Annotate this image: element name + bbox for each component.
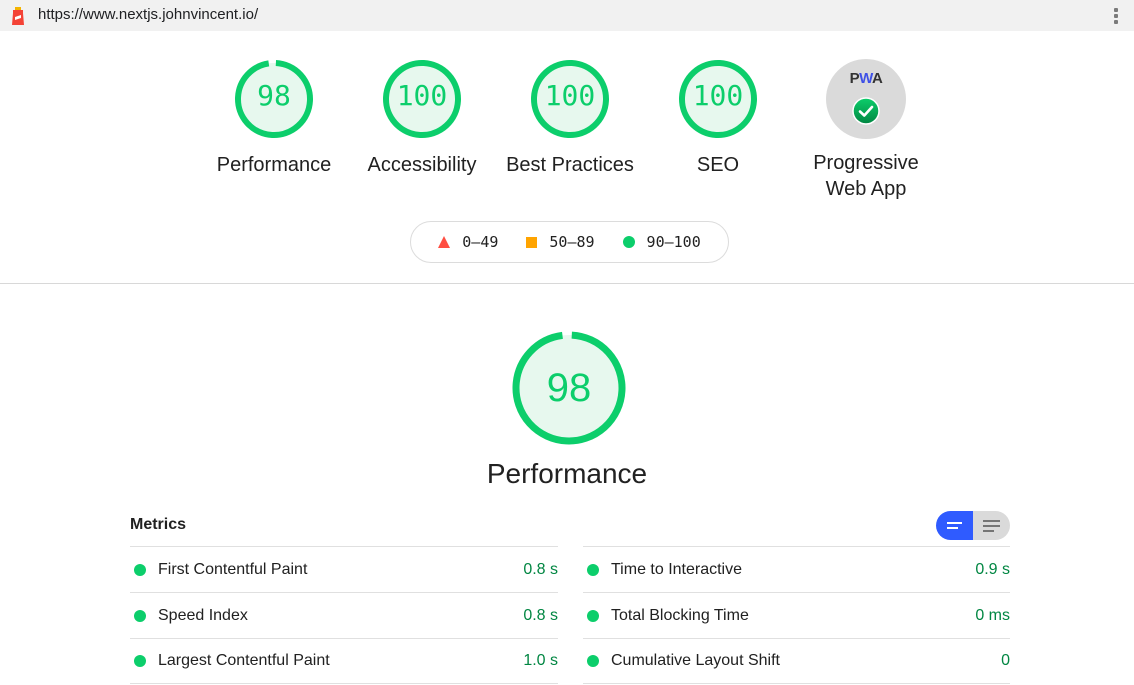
metrics-column-right: Time to Interactive 0.9 s Total Blocking… xyxy=(583,546,1010,684)
metrics-heading: Metrics xyxy=(130,516,187,533)
metric-label: Time to Interactive xyxy=(611,560,743,578)
circle-icon xyxy=(622,236,635,248)
metric-row: Time to Interactive 0.9 s xyxy=(583,546,1010,592)
pwa-badge: PWA xyxy=(826,59,906,139)
metric-row: Largest Contentful Paint 1.0 s xyxy=(130,638,558,684)
gauge-label: SEO xyxy=(696,154,740,176)
gauge-score: 100 xyxy=(692,79,744,112)
legend-item-average: 50–89 xyxy=(526,233,595,251)
report-url: https://www.nextjs.johnvincent.io/ xyxy=(38,6,259,23)
pass-circle-icon xyxy=(587,609,599,622)
gauge-pwa[interactable]: PWA Progressive Web App xyxy=(796,59,936,202)
pass-circle-icon xyxy=(134,609,146,622)
performance-score: 98 xyxy=(546,366,592,410)
pass-circle-icon xyxy=(587,655,599,667)
square-icon xyxy=(526,236,538,248)
metric-label: Cumulative Layout Shift xyxy=(611,652,780,669)
gauge-score: 98 xyxy=(257,79,291,112)
gauge-seo[interactable]: 100 SEO xyxy=(648,58,788,178)
metric-label: Largest Contentful Paint xyxy=(158,652,330,669)
metric-row: Speed Index 0.8 s xyxy=(130,592,558,638)
metric-value: 1.0 s xyxy=(523,652,558,669)
score-scale-legend: 0–49 50–89 90–100 xyxy=(410,221,729,263)
metrics-view-toggle[interactable] xyxy=(936,511,1010,540)
expanded-view-button[interactable] xyxy=(973,511,1010,540)
gauge-score: 100 xyxy=(544,79,596,112)
gauge-label: Best Practices xyxy=(506,154,634,176)
metric-value: 0.8 s xyxy=(523,560,558,578)
gauge-label: Progressive Web App xyxy=(813,152,919,200)
report-topbar: https://www.nextjs.johnvincent.io/ xyxy=(0,0,1134,31)
lines-long-icon xyxy=(983,519,1000,522)
pwa-logo: PWA xyxy=(849,70,883,87)
compact-view-button[interactable] xyxy=(936,511,973,540)
metric-row: First Contentful Paint 0.8 s xyxy=(130,546,558,592)
kebab-menu-icon[interactable] xyxy=(1108,6,1124,26)
legend-item-pass: 90–100 xyxy=(622,233,701,251)
metric-label: Total Blocking Time xyxy=(611,606,749,624)
legend-item-fail: 0–49 xyxy=(438,233,498,251)
lighthouse-icon xyxy=(12,7,24,25)
check-circle-icon xyxy=(852,97,880,125)
metric-row: Total Blocking Time 0 ms xyxy=(583,592,1010,638)
metric-value: 0.8 s xyxy=(523,606,558,624)
metric-value: 0.9 s xyxy=(975,560,1010,578)
gauge-accessibility[interactable]: 100 Accessibility xyxy=(352,58,492,178)
pass-circle-icon xyxy=(134,655,146,667)
lines-short-icon xyxy=(947,522,962,524)
performance-gauge: 98 xyxy=(499,325,639,460)
triangle-icon xyxy=(438,236,451,248)
gauge-performance[interactable]: 98 Performance xyxy=(204,58,344,178)
metric-label: First Contentful Paint xyxy=(158,560,308,578)
gauge-label: Accessibility xyxy=(367,154,477,176)
metric-value: 0 ms xyxy=(975,606,1010,624)
gauge-score: 100 xyxy=(396,79,448,112)
metric-value: 0 xyxy=(1001,652,1010,669)
metrics-column-left: First Contentful Paint 0.8 s Speed Index… xyxy=(130,546,558,684)
section-divider xyxy=(0,283,1134,284)
gauge-best-practices[interactable]: 100 Best Practices xyxy=(500,58,640,178)
gauge-label: Performance xyxy=(216,154,332,176)
pass-circle-icon xyxy=(134,563,146,576)
metric-label: Speed Index xyxy=(158,606,248,624)
pass-circle-icon xyxy=(587,563,599,576)
performance-title: Performance xyxy=(486,458,648,489)
metric-row: Cumulative Layout Shift 0 xyxy=(583,638,1010,684)
